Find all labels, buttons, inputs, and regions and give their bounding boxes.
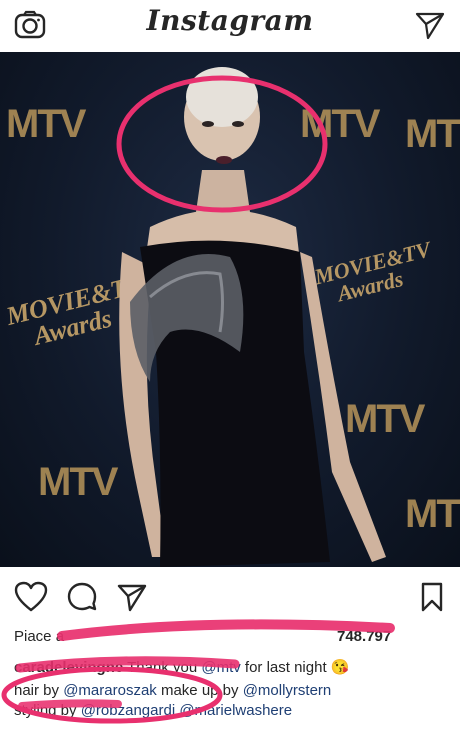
paper-plane-icon[interactable] (414, 10, 446, 40)
mention-link[interactable]: @mtv (201, 659, 240, 676)
post-photo[interactable]: MTV MTV MTV MTV MTV MTV MOVIE&TV Awards … (0, 52, 460, 567)
likes-count: 748.797 (337, 628, 392, 645)
mention-link[interactable]: @mararoszak (63, 682, 157, 699)
app-logo: Instagram (146, 4, 314, 37)
caption-line-2: hair by @mararoszak make up by @mollyrst… (14, 680, 454, 701)
mention-link[interactable]: @mollyrstern (243, 682, 332, 699)
caption-text: make up by (160, 682, 239, 699)
comment-icon[interactable] (66, 581, 98, 618)
likes-prefix: Piace a (14, 628, 65, 645)
heart-icon[interactable] (14, 581, 48, 618)
paper-plane-icon[interactable] (116, 581, 148, 618)
top-bar: Instagram (0, 0, 460, 52)
caption-line-3: styling by @robzangardi @marielwashere (14, 700, 454, 721)
kiss-emoji: 😘 (330, 659, 350, 676)
bookmark-icon[interactable] (420, 581, 444, 618)
caption-text: styling by (14, 702, 77, 719)
person-figure (119, 67, 386, 567)
caption-text: for last night (244, 659, 327, 676)
caption-line-1: caradelevingne Thank you @mtv for last n… (14, 657, 454, 678)
post-actions (0, 575, 460, 619)
caption-text: hair by (14, 682, 60, 699)
caption-text: Thank you (127, 659, 198, 676)
mention-link[interactable]: @robzangardi (81, 702, 175, 719)
mention-link[interactable]: @marielwashere (179, 702, 292, 719)
likes-line[interactable]: Piace a 748.797 (14, 626, 454, 647)
caption-username[interactable]: caradelevingne (14, 659, 123, 676)
